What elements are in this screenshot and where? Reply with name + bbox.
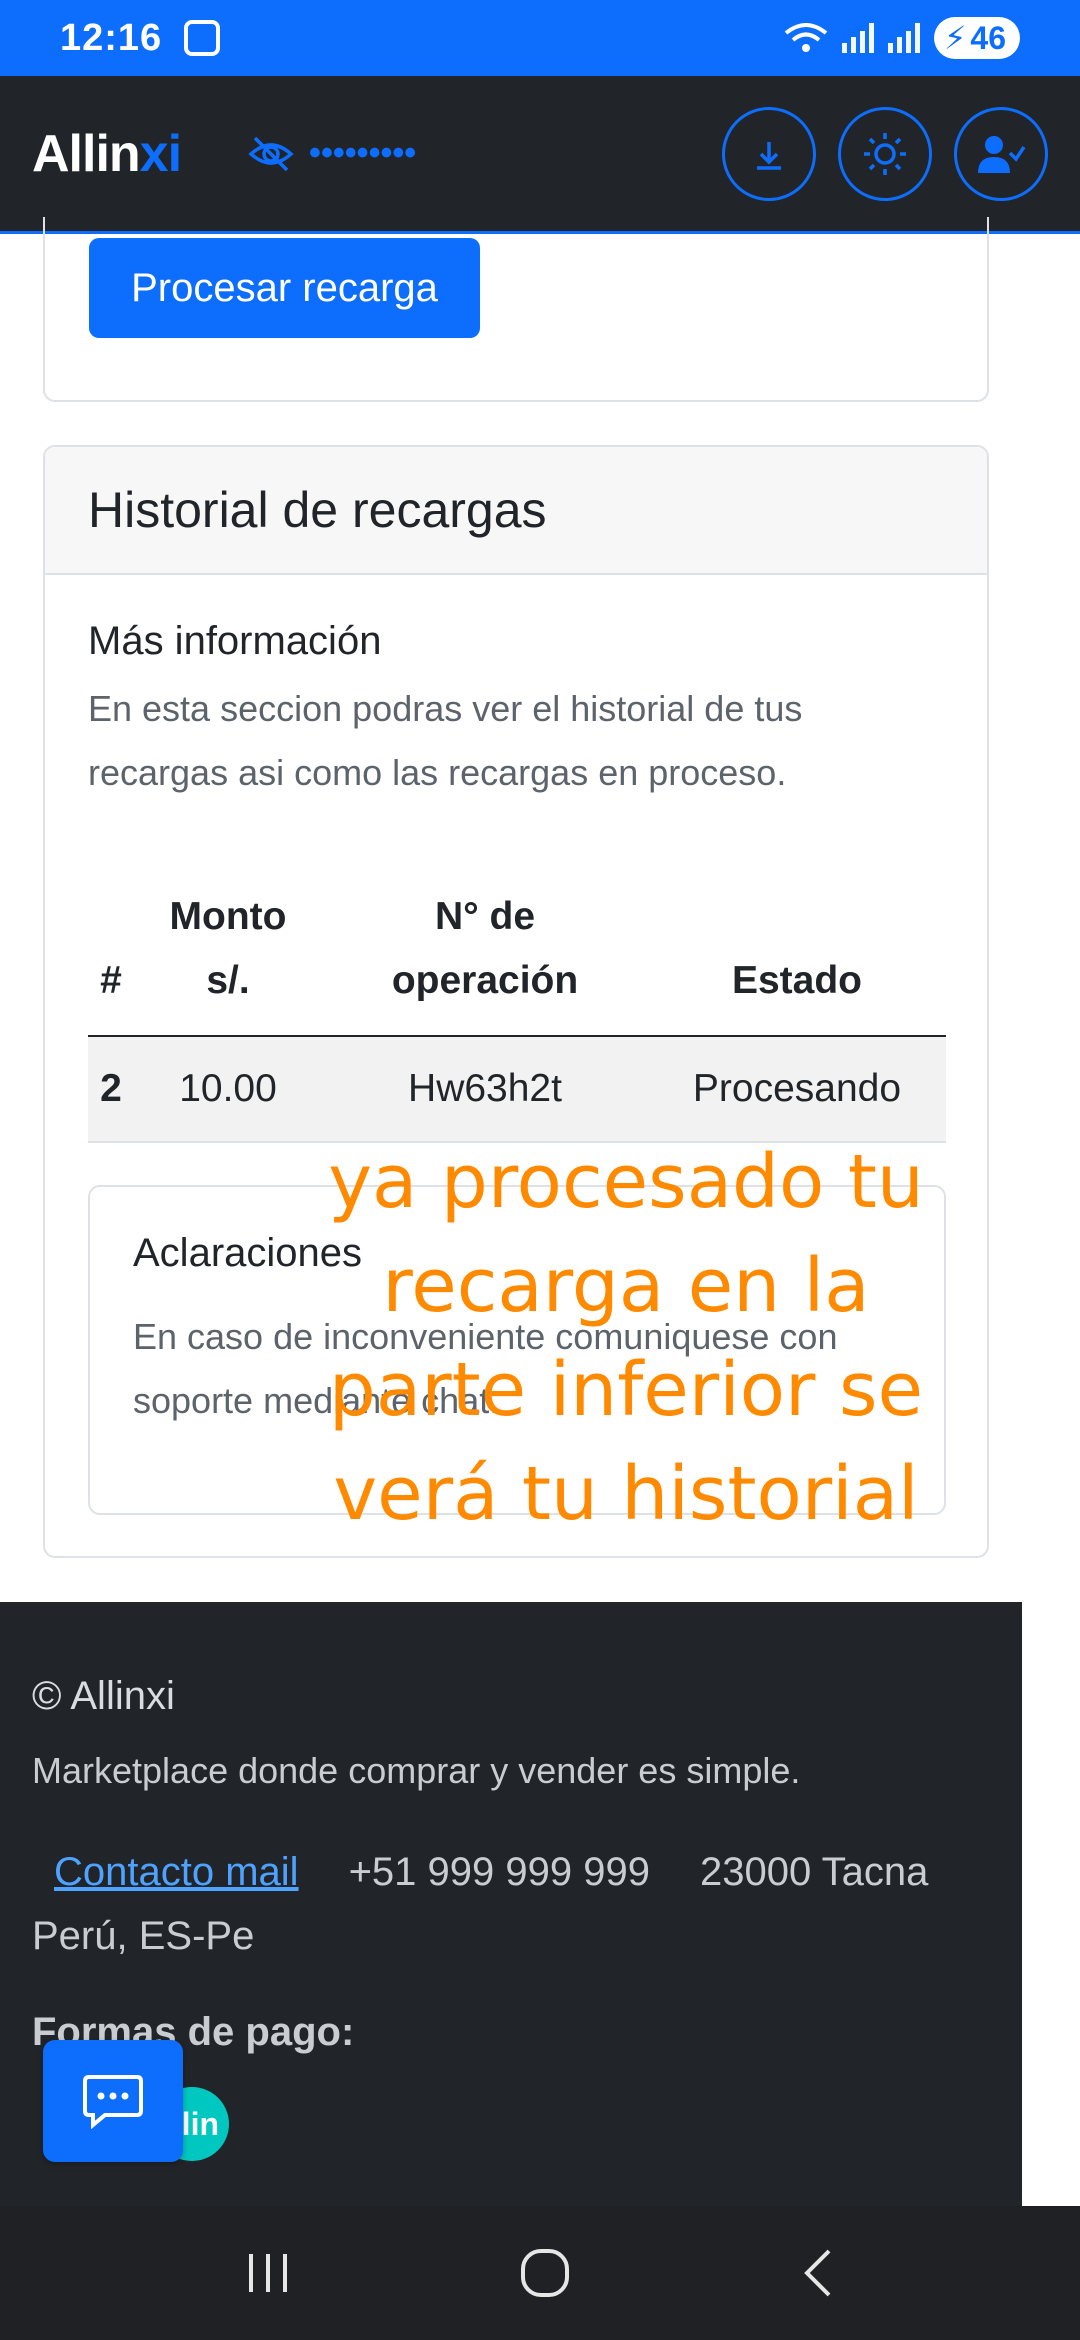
footer-phone: +51 999 999 999	[348, 1850, 650, 1894]
status-bar: 12:16 ⚡ 46	[0, 0, 1080, 76]
theme-toggle-button[interactable]	[838, 106, 932, 201]
info-title: Más información	[88, 619, 382, 663]
col-amount: Monto s/.	[134, 875, 322, 1037]
screenshot-icon	[184, 20, 221, 56]
row-operation: Hw63h2t	[322, 1036, 648, 1143]
chat-support-button[interactable]	[43, 2040, 183, 2162]
status-indicators: ⚡ 46	[784, 17, 1020, 59]
balance-mask: •••••••••	[309, 134, 417, 172]
download-button[interactable]	[722, 106, 816, 201]
status-time: 12:16	[60, 16, 163, 59]
clarifications-title: Aclaraciones	[133, 1231, 363, 1275]
download-icon	[757, 141, 781, 170]
clarifications-box: Aclaraciones En caso de inconveniente co…	[88, 1185, 946, 1515]
col-number: #	[88, 875, 134, 1037]
process-recharge-button[interactable]: Procesar recarga	[89, 238, 480, 338]
eye-slash-icon	[248, 136, 294, 171]
footer-copyright: © Allinxi	[32, 1674, 175, 1718]
history-table: # Monto s/. N° de operación Estado 2 10.…	[88, 875, 946, 1143]
battery-level: 46	[970, 19, 1006, 56]
table-row: 2 10.00 Hw63h2t Procesando	[88, 1036, 946, 1143]
contact-mail-link[interactable]: Contacto mail	[54, 1850, 299, 1894]
balance-toggle[interactable]: •••••••••	[247, 134, 416, 174]
signal-icon	[841, 23, 874, 53]
chat-icon	[83, 2075, 143, 2129]
wifi-icon	[784, 23, 828, 52]
row-id: 2	[88, 1036, 134, 1143]
footer-tagline: Marketplace donde comprar y vender es si…	[32, 1750, 801, 1791]
brand-accent: xi	[139, 124, 182, 183]
brand-logo[interactable]: Allinxi	[32, 124, 182, 184]
battery-indicator: ⚡ 46	[933, 17, 1020, 59]
back-icon[interactable]	[797, 2247, 837, 2299]
signal-icon-2	[887, 23, 920, 53]
row-status: Procesando	[648, 1036, 946, 1143]
col-operation: N° de operación	[322, 875, 648, 1037]
clarifications-text: En caso de inconveniente comuniquese con…	[133, 1316, 838, 1421]
history-title: Historial de recargas	[45, 447, 987, 575]
user-account-button[interactable]	[954, 106, 1048, 201]
charging-icon: ⚡	[943, 20, 967, 56]
col-status: Estado	[648, 875, 946, 1037]
top-navbar: Allinxi •••••••••	[0, 76, 1080, 234]
main-content: Procesar recarga Historial de recargas M…	[0, 217, 1080, 1602]
user-check-icon	[978, 135, 1026, 173]
system-nav-bar	[0, 2206, 1080, 2340]
sun-icon	[864, 132, 906, 175]
table-header-row: # Monto s/. N° de operación Estado	[88, 875, 946, 1037]
footer-contact: Contacto mail +51 999 999 999 23000 Tacna …	[32, 1840, 1012, 1968]
home-icon[interactable]	[519, 2247, 571, 2299]
recharge-card: Procesar recarga	[43, 217, 989, 402]
row-amount: 10.00	[134, 1036, 322, 1143]
recent-apps-icon[interactable]	[243, 2250, 293, 2296]
page-gutter	[1022, 1602, 1080, 2206]
info-text: En esta seccion podras ver el historial …	[88, 688, 803, 793]
history-card: Historial de recargas Más información En…	[43, 445, 989, 1558]
brand-main: Allin	[32, 124, 141, 183]
